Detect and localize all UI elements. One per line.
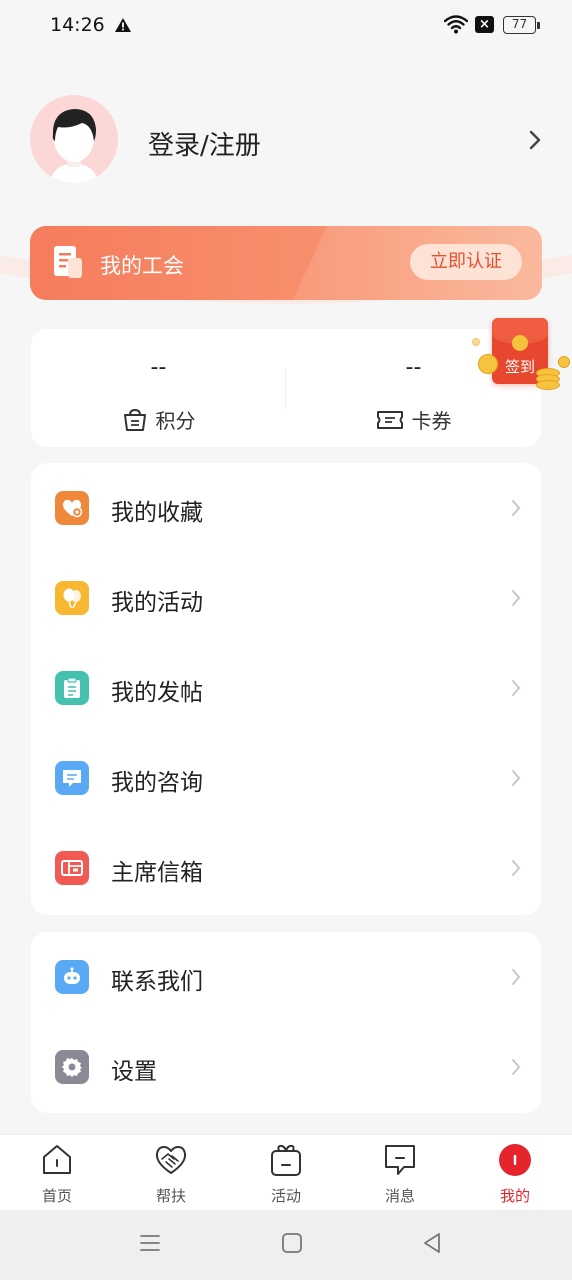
- wifi-icon: [444, 15, 468, 34]
- handshake-icon: [155, 1146, 187, 1174]
- menu-card-secondary: 联系我们 设置: [31, 932, 541, 1113]
- gift-icon: [271, 1144, 301, 1176]
- menu-item-chairman-mailbox[interactable]: 主席信箱: [31, 823, 541, 913]
- profile-header[interactable]: 登录/注册: [0, 92, 572, 188]
- menu-label: 我的活动: [111, 590, 203, 616]
- ticket-icon: [376, 410, 403, 429]
- chevron-right-icon: [512, 680, 521, 696]
- tab-label: 首页: [41, 1187, 72, 1205]
- menu-item-activities[interactable]: 我的活动: [31, 553, 541, 643]
- union-card[interactable]: 我的工会 立即认证: [30, 226, 542, 300]
- chevron-right-icon: [512, 860, 521, 876]
- signin-badge[interactable]: 签到: [470, 312, 572, 396]
- points-label: 积分: [155, 409, 196, 433]
- consult-icon: [55, 761, 89, 795]
- profile-icon: [499, 1144, 531, 1176]
- chevron-right-icon: [512, 590, 521, 606]
- login-register-link[interactable]: 登录/注册: [148, 125, 261, 162]
- avatar[interactable]: [30, 95, 118, 183]
- status-time: 14:26: [50, 14, 105, 36]
- tab-home[interactable]: 首页: [0, 1135, 114, 1211]
- menu-card-primary: 我的收藏 我的活动 我的发帖 我的咨询 主席信箱: [31, 463, 541, 915]
- menu-item-settings[interactable]: 设置: [31, 1022, 541, 1112]
- back-icon[interactable]: [421, 1232, 443, 1254]
- certify-button[interactable]: 立即认证: [410, 244, 522, 280]
- chevron-right-icon: [512, 969, 521, 985]
- tab-assistance[interactable]: 帮扶: [114, 1135, 228, 1211]
- bottom-tab-bar: 首页 帮扶 活动 消息 我的: [0, 1134, 572, 1210]
- avatar-illustration-icon: [50, 109, 98, 183]
- balloon-icon: [55, 581, 89, 615]
- menu-label: 主席信箱: [111, 860, 203, 886]
- tab-messages[interactable]: 消息: [343, 1135, 457, 1211]
- favorite-icon: [55, 491, 89, 525]
- stats-card: -- 积分 -- 卡券: [31, 329, 541, 447]
- tab-mine[interactable]: 我的: [458, 1135, 572, 1211]
- home-icon: [43, 1145, 71, 1174]
- gear-icon: [55, 1050, 89, 1084]
- points-icon: [123, 408, 146, 431]
- tab-label: 帮扶: [155, 1187, 186, 1205]
- chevron-right-icon: [512, 1059, 521, 1075]
- post-icon: [55, 671, 89, 705]
- menu-label: 我的咨询: [111, 770, 203, 796]
- home-button-icon[interactable]: [281, 1232, 303, 1254]
- no-signal-icon: ×: [475, 16, 494, 33]
- tickets-label: 卡券: [411, 409, 452, 433]
- chevron-right-icon: [512, 500, 521, 516]
- menu-label: 我的发帖: [111, 680, 203, 706]
- warning-icon: [115, 18, 131, 32]
- chevron-right-icon: [512, 770, 521, 786]
- menu-label: 我的收藏: [111, 500, 203, 526]
- menu-item-favorites[interactable]: 我的收藏: [31, 463, 541, 553]
- tab-label: 我的: [499, 1187, 530, 1205]
- tab-label: 活动: [270, 1187, 301, 1205]
- tab-label: 消息: [384, 1187, 415, 1205]
- battery-icon: 77: [503, 16, 540, 34]
- system-nav-bar: [0, 1210, 572, 1280]
- document-icon: [54, 246, 82, 278]
- chevron-right-icon[interactable]: [528, 130, 542, 150]
- tab-activities[interactable]: 活动: [229, 1135, 343, 1211]
- union-label: 我的工会: [100, 254, 184, 278]
- points-value: --: [150, 355, 167, 380]
- menu-item-contact-us[interactable]: 联系我们: [31, 932, 541, 1022]
- robot-icon: [55, 960, 89, 994]
- mailbox-icon: [55, 851, 89, 885]
- menu-item-consultations[interactable]: 我的咨询: [31, 733, 541, 823]
- status-bar: 14:26 × 77: [0, 0, 572, 52]
- menu-label: 联系我们: [111, 969, 203, 995]
- menu-label: 设置: [111, 1059, 157, 1085]
- menu-icon[interactable]: [139, 1232, 161, 1254]
- points-stat[interactable]: -- 积分: [31, 329, 286, 447]
- menu-item-posts[interactable]: 我的发帖: [31, 643, 541, 733]
- message-icon: [385, 1145, 415, 1175]
